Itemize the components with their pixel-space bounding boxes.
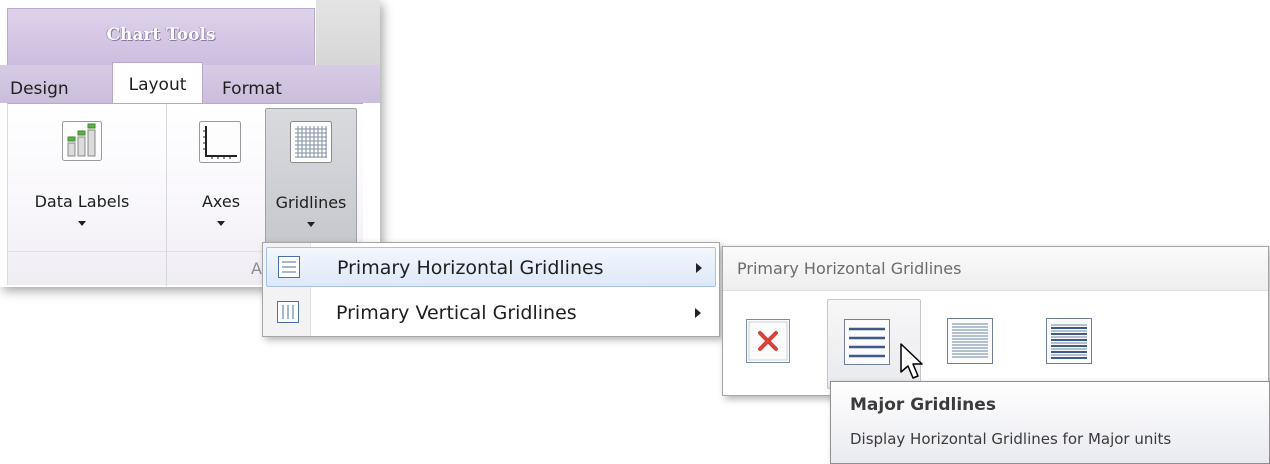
- vertical-gridlines-icon: [277, 301, 299, 323]
- menu-item-label: Primary Horizontal Gridlines: [337, 257, 604, 279]
- gridlines-icon: [290, 121, 332, 163]
- tooltip-description: Display Horizontal Gridlines for Major u…: [850, 430, 1172, 448]
- menu-item-primary-horizontal-gridlines[interactable]: Primary Horizontal Gridlines: [266, 247, 716, 287]
- minor-gridlines-icon: [947, 318, 993, 364]
- horizontal-gridlines-gallery: Primary Horizontal Gridlines: [722, 246, 1269, 396]
- tab-format[interactable]: Format: [222, 75, 282, 103]
- chart-tools-context-header: Chart Tools: [7, 8, 315, 65]
- gallery-item-minor-gridlines[interactable]: [923, 299, 1017, 389]
- chevron-down-icon: [307, 222, 315, 227]
- data-labels-icon: [62, 121, 102, 161]
- tooltip-title: Major Gridlines: [850, 395, 996, 415]
- submenu-arrow-icon: [696, 263, 702, 273]
- tooltip: Major Gridlines Display Horizontal Gridl…: [830, 381, 1270, 464]
- group-footer-labels: [8, 251, 166, 284]
- tab-layout[interactable]: Layout: [112, 62, 203, 104]
- major-gridlines-icon: [844, 319, 890, 365]
- axes-button[interactable]: Axes: [181, 110, 261, 244]
- context-title: Chart Tools: [106, 25, 216, 45]
- chevron-down-icon: [217, 221, 225, 226]
- gridlines-label: Gridlines: [275, 193, 347, 212]
- chevron-down-icon: [78, 221, 86, 226]
- major-minor-gridlines-icon: [1046, 318, 1092, 364]
- submenu-arrow-icon: [695, 308, 701, 318]
- menu-item-primary-vertical-gridlines[interactable]: Primary Vertical Gridlines: [266, 293, 716, 333]
- gallery-item-major-minor-gridlines[interactable]: [1019, 299, 1113, 389]
- gridlines-button[interactable]: Gridlines: [265, 108, 357, 246]
- data-labels-label: Data Labels: [34, 192, 130, 211]
- axes-icon: [199, 121, 241, 163]
- no-gridlines-icon: [746, 319, 790, 363]
- mouse-cursor-icon: [900, 343, 923, 379]
- data-labels-button[interactable]: Data Labels: [20, 110, 144, 244]
- axes-label: Axes: [201, 192, 241, 211]
- gallery-item-none[interactable]: [731, 299, 825, 389]
- horizontal-gridlines-icon: [278, 256, 300, 278]
- menu-item-label: Primary Vertical Gridlines: [336, 302, 577, 324]
- gallery-title: Primary Horizontal Gridlines: [737, 259, 962, 278]
- gridlines-dropdown-menu: Primary Horizontal Gridlines Primary Ver…: [262, 242, 720, 337]
- tab-design[interactable]: Design: [10, 75, 69, 103]
- gallery-header: Primary Horizontal Gridlines: [723, 247, 1268, 291]
